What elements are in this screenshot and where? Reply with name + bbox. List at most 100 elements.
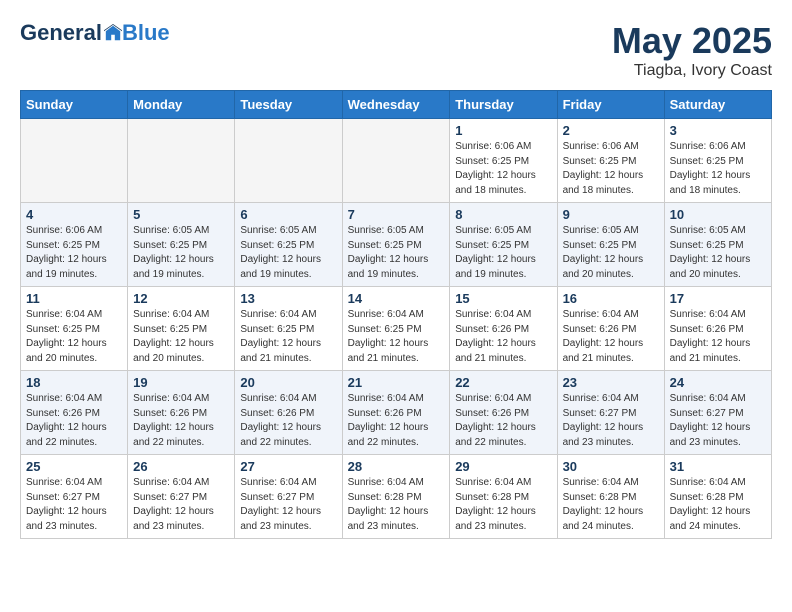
- day-number: 4: [26, 207, 122, 222]
- day-info: Sunrise: 6:06 AM Sunset: 6:25 PM Dayligh…: [26, 224, 122, 282]
- week-row-5: 25 Sunrise: 6:04 AM Sunset: 6:27 PM Dayli…: [21, 455, 772, 539]
- day-number: 23: [563, 375, 659, 390]
- day-number: 7: [348, 207, 445, 222]
- day-info: Sunrise: 6:06 AM Sunset: 6:25 PM Dayligh…: [563, 140, 659, 198]
- day-number: 16: [563, 291, 659, 306]
- day-number: 27: [240, 459, 336, 474]
- day-info: Sunrise: 6:04 AM Sunset: 6:26 PM Dayligh…: [670, 308, 766, 366]
- calendar-cell: 25Sunrise: 6:04 AM Sunset: 6:27 PM Dayli…: [21, 455, 128, 539]
- day-number: 6: [240, 207, 336, 222]
- calendar-table: SundayMondayTuesdayWednesdayThursdayFrid…: [20, 90, 772, 539]
- day-header-monday: Monday: [128, 91, 235, 119]
- day-number: 11: [26, 291, 122, 306]
- day-number: 12: [133, 291, 229, 306]
- day-number: 21: [348, 375, 445, 390]
- day-info: Sunrise: 6:04 AM Sunset: 6:25 PM Dayligh…: [133, 308, 229, 366]
- day-number: 28: [348, 459, 445, 474]
- calendar-cell: 23 Sunrise: 6:04 AM Sunset: 6:27 PM Dayli…: [557, 371, 664, 455]
- day-number: 31: [670, 459, 766, 474]
- title-area: May 2025 Tiagba, Ivory Coast: [612, 20, 772, 80]
- logo-icon: [104, 24, 122, 42]
- calendar-cell: 18 Sunrise: 6:04 AM Sunset: 6:26 PM Dayli…: [21, 371, 128, 455]
- calendar-cell: 8Sunrise: 6:05 AM Sunset: 6:25 PM Daylig…: [450, 203, 557, 287]
- calendar-cell: 31 Sunrise: 6:04 AM Sunset: 6:28 PM Dayli…: [664, 455, 771, 539]
- calendar-cell: 17Sunrise: 6:04 AM Sunset: 6:26 PM Dayli…: [664, 287, 771, 371]
- day-number: 25: [26, 459, 122, 474]
- calendar-cell: 21 Sunrise: 6:04 AM Sunset: 6:26 PM Dayli…: [342, 371, 450, 455]
- day-info: Sunrise: 6:05 AM Sunset: 6:25 PM Dayligh…: [563, 224, 659, 282]
- calendar-cell: 24 Sunrise: 6:04 AM Sunset: 6:27 PM Dayli…: [664, 371, 771, 455]
- day-number: 22: [455, 375, 551, 390]
- day-header-friday: Friday: [557, 91, 664, 119]
- day-header-thursday: Thursday: [450, 91, 557, 119]
- location: Tiagba, Ivory Coast: [612, 62, 772, 80]
- calendar-cell: 27 Sunrise: 6:04 AM Sunset: 6:27 PM Dayli…: [235, 455, 342, 539]
- month-year: May 2025: [612, 20, 772, 62]
- calendar-cell: 5 Sunrise: 6:05 AM Sunset: 6:25 PM Daylig…: [128, 203, 235, 287]
- calendar-cell: 7 Sunrise: 6:05 AM Sunset: 6:25 PM Daylig…: [342, 203, 450, 287]
- calendar-cell: 16 Sunrise: 6:04 AM Sunset: 6:26 PM Dayli…: [557, 287, 664, 371]
- day-info: Sunrise: 6:04 AM Sunset: 6:27 PM Dayligh…: [670, 392, 766, 450]
- day-info: Sunrise: 6:04 AM Sunset: 6:28 PM Dayligh…: [563, 476, 659, 534]
- day-header-saturday: Saturday: [664, 91, 771, 119]
- calendar-cell: 9 Sunrise: 6:05 AM Sunset: 6:25 PM Daylig…: [557, 203, 664, 287]
- day-number: 29: [455, 459, 551, 474]
- day-number: 3: [670, 123, 766, 138]
- day-info: Sunrise: 6:05 AM Sunset: 6:25 PM Dayligh…: [240, 224, 336, 282]
- day-number: 9: [563, 207, 659, 222]
- days-header-row: SundayMondayTuesdayWednesdayThursdayFrid…: [21, 91, 772, 119]
- day-number: 13: [240, 291, 336, 306]
- calendar-cell: 26Sunrise: 6:04 AM Sunset: 6:27 PM Dayli…: [128, 455, 235, 539]
- day-info: Sunrise: 6:05 AM Sunset: 6:25 PM Dayligh…: [133, 224, 229, 282]
- day-number: 2: [563, 123, 659, 138]
- calendar-cell: 15 Sunrise: 6:04 AM Sunset: 6:26 PM Dayli…: [450, 287, 557, 371]
- day-number: 14: [348, 291, 445, 306]
- day-info: Sunrise: 6:04 AM Sunset: 6:26 PM Dayligh…: [563, 308, 659, 366]
- calendar-cell: 30 Sunrise: 6:04 AM Sunset: 6:28 PM Dayli…: [557, 455, 664, 539]
- day-number: 30: [563, 459, 659, 474]
- day-info: Sunrise: 6:04 AM Sunset: 6:25 PM Dayligh…: [348, 308, 445, 366]
- logo: General Blue: [20, 20, 170, 46]
- page-header: General Blue May 2025 Tiagba, Ivory Coas…: [20, 20, 772, 80]
- day-info: Sunrise: 6:04 AM Sunset: 6:26 PM Dayligh…: [240, 392, 336, 450]
- day-number: 24: [670, 375, 766, 390]
- day-header-tuesday: Tuesday: [235, 91, 342, 119]
- day-number: 19: [133, 375, 229, 390]
- day-number: 15: [455, 291, 551, 306]
- day-info: Sunrise: 6:04 AM Sunset: 6:27 PM Dayligh…: [240, 476, 336, 534]
- week-row-3: 11 Sunrise: 6:04 AM Sunset: 6:25 PM Dayli…: [21, 287, 772, 371]
- calendar-cell: 10Sunrise: 6:05 AM Sunset: 6:25 PM Dayli…: [664, 203, 771, 287]
- day-header-sunday: Sunday: [21, 91, 128, 119]
- logo-blue-text: Blue: [122, 20, 170, 46]
- calendar-cell: 29Sunrise: 6:04 AM Sunset: 6:28 PM Dayli…: [450, 455, 557, 539]
- calendar-cell: 4 Sunrise: 6:06 AM Sunset: 6:25 PM Daylig…: [21, 203, 128, 287]
- week-row-4: 18 Sunrise: 6:04 AM Sunset: 6:26 PM Dayli…: [21, 371, 772, 455]
- day-info: Sunrise: 6:04 AM Sunset: 6:26 PM Dayligh…: [26, 392, 122, 450]
- day-info: Sunrise: 6:05 AM Sunset: 6:25 PM Dayligh…: [348, 224, 445, 282]
- day-info: Sunrise: 6:04 AM Sunset: 6:28 PM Dayligh…: [670, 476, 766, 534]
- day-number: 5: [133, 207, 229, 222]
- calendar-cell: 1 Sunrise: 6:06 AM Sunset: 6:25 PM Daylig…: [450, 119, 557, 203]
- day-info: Sunrise: 6:04 AM Sunset: 6:27 PM Dayligh…: [133, 476, 229, 534]
- day-number: 20: [240, 375, 336, 390]
- day-info: Sunrise: 6:04 AM Sunset: 6:27 PM Dayligh…: [563, 392, 659, 450]
- day-info: Sunrise: 6:06 AM Sunset: 6:25 PM Dayligh…: [455, 140, 551, 198]
- day-info: Sunrise: 6:04 AM Sunset: 6:25 PM Dayligh…: [240, 308, 336, 366]
- day-header-wednesday: Wednesday: [342, 91, 450, 119]
- calendar-cell: [21, 119, 128, 203]
- calendar-cell: 3Sunrise: 6:06 AM Sunset: 6:25 PM Daylig…: [664, 119, 771, 203]
- day-number: 8: [455, 207, 551, 222]
- calendar-cell: 14 Sunrise: 6:04 AM Sunset: 6:25 PM Dayli…: [342, 287, 450, 371]
- logo-general-text: General: [20, 20, 102, 46]
- calendar-cell: 22Sunrise: 6:04 AM Sunset: 6:26 PM Dayli…: [450, 371, 557, 455]
- calendar-cell: 6 Sunrise: 6:05 AM Sunset: 6:25 PM Daylig…: [235, 203, 342, 287]
- calendar-cell: 11 Sunrise: 6:04 AM Sunset: 6:25 PM Dayli…: [21, 287, 128, 371]
- day-info: Sunrise: 6:04 AM Sunset: 6:28 PM Dayligh…: [348, 476, 445, 534]
- day-info: Sunrise: 6:04 AM Sunset: 6:26 PM Dayligh…: [133, 392, 229, 450]
- calendar-cell: 2 Sunrise: 6:06 AM Sunset: 6:25 PM Daylig…: [557, 119, 664, 203]
- day-number: 1: [455, 123, 551, 138]
- day-info: Sunrise: 6:04 AM Sunset: 6:25 PM Dayligh…: [26, 308, 122, 366]
- day-info: Sunrise: 6:04 AM Sunset: 6:26 PM Dayligh…: [348, 392, 445, 450]
- day-number: 18: [26, 375, 122, 390]
- day-info: Sunrise: 6:04 AM Sunset: 6:26 PM Dayligh…: [455, 308, 551, 366]
